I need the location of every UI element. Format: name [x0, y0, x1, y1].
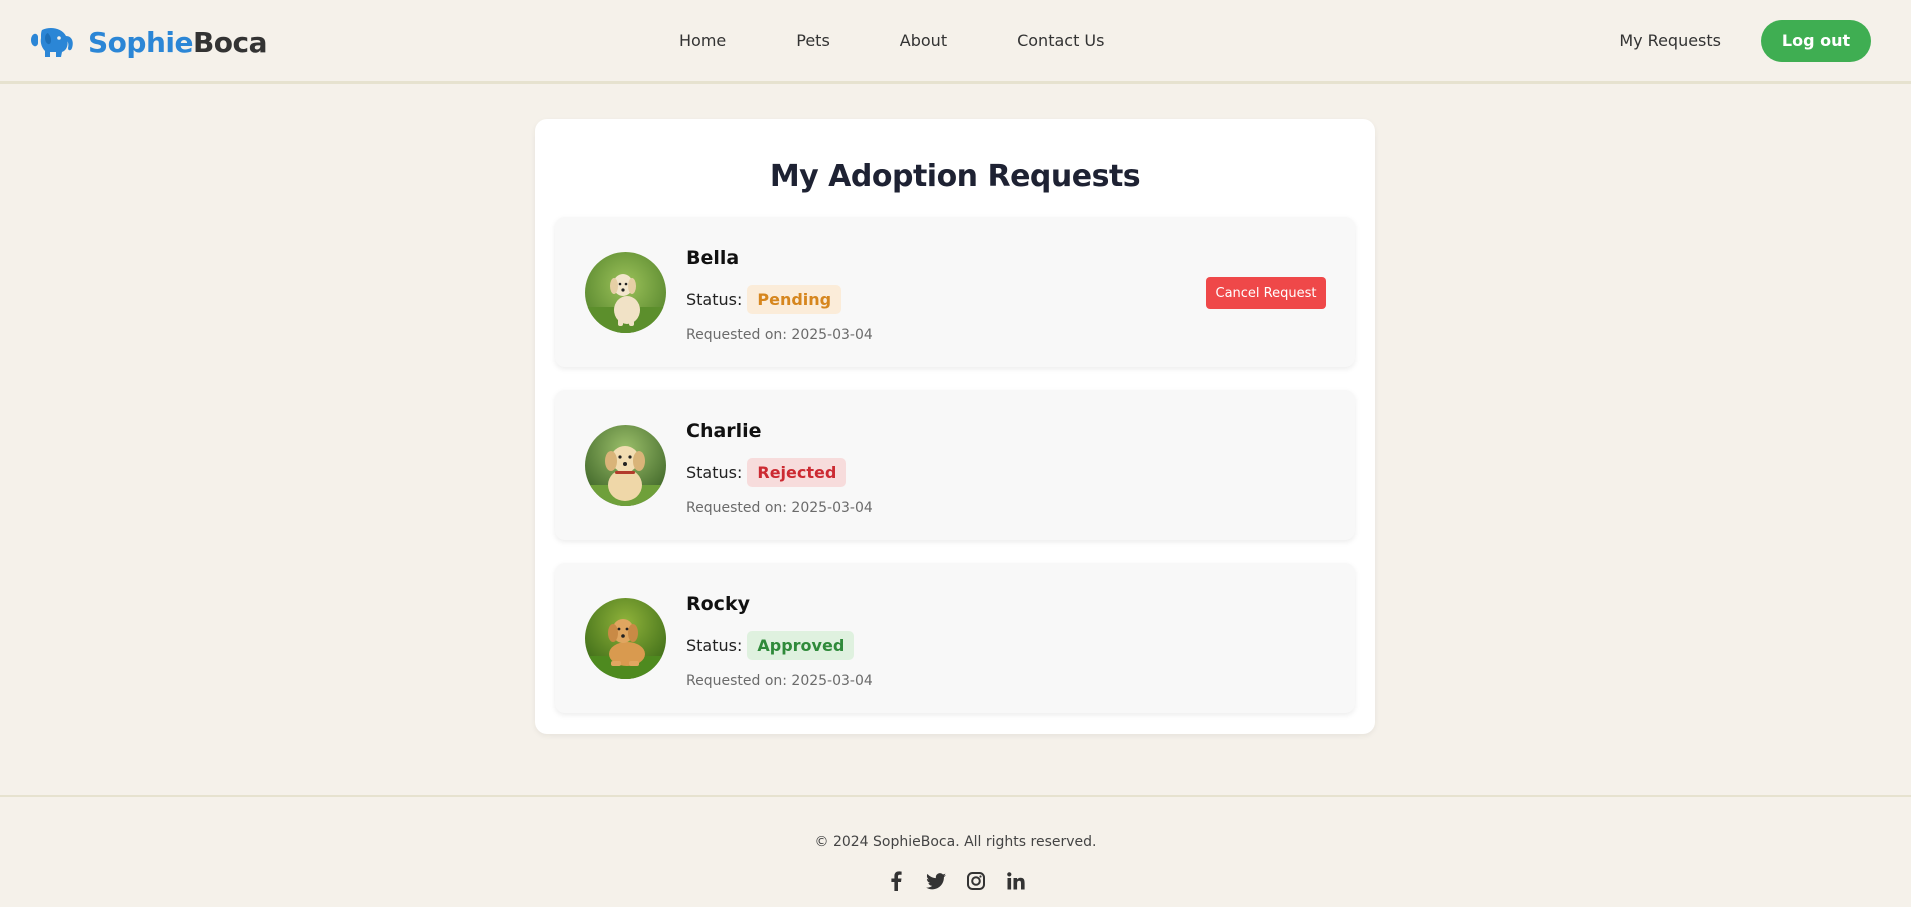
puppy-photo-charlie — [585, 425, 666, 506]
brand-name-part2: Boca — [192, 25, 268, 59]
request-card-bella: Bella Status: Pending Requested on: 2025… — [555, 217, 1355, 367]
my-requests-link[interactable]: My Requests — [1619, 31, 1721, 50]
site-header: SophieBoca Home Pets About Contact Us My… — [0, 0, 1911, 84]
requested-on-date: Requested on: 2025-03-04 — [686, 500, 873, 516]
social-links — [886, 869, 1026, 893]
elephant-logo-icon — [31, 28, 73, 57]
requested-on-date: Requested on: 2025-03-04 — [686, 327, 873, 343]
status-label: Status: — [686, 635, 743, 655]
puppy-photo-bella — [585, 252, 666, 333]
brand-name: SophieBoca — [88, 25, 268, 59]
pet-name: Rocky — [686, 593, 750, 615]
status-badge-pending: Pending — [747, 284, 842, 314]
brand-name-part1: Sophie — [88, 25, 193, 59]
cancel-request-button[interactable]: Cancel Request — [1206, 277, 1326, 309]
twitter-icon[interactable] — [926, 871, 946, 891]
status-badge-approved: Approved — [747, 630, 855, 660]
nav-pets-link[interactable]: Pets — [796, 31, 830, 50]
linkedin-icon[interactable] — [1006, 871, 1026, 891]
nav-about-link[interactable]: About — [900, 31, 947, 50]
status-label: Status: — [686, 289, 743, 309]
status-row: Status: Pending — [686, 283, 842, 315]
nav-home-link[interactable]: Home — [679, 31, 726, 50]
adoption-requests-panel: My Adoption Requests Bella Status: Pendi… — [535, 119, 1375, 734]
pet-avatar-bella — [585, 252, 666, 333]
page-title: My Adoption Requests — [769, 159, 1141, 194]
dog-photo-rocky — [585, 598, 666, 679]
pet-avatar-rocky — [585, 598, 666, 679]
user-nav: My Requests Log out — [1619, 0, 1871, 81]
logout-button[interactable]: Log out — [1761, 19, 1871, 62]
request-card-charlie: Charlie Status: Rejected Requested on: 2… — [555, 390, 1355, 540]
main-nav: Home Pets About Contact Us — [679, 0, 1104, 81]
site-footer: © 2024 SophieBoca. All rights reserved. — [0, 795, 1911, 907]
pet-name: Charlie — [686, 420, 762, 442]
copyright-text: © 2024 SophieBoca. All rights reserved. — [814, 834, 1097, 850]
pet-name: Bella — [686, 247, 740, 269]
requested-on-date: Requested on: 2025-03-04 — [686, 673, 873, 689]
status-label: Status: — [686, 462, 743, 482]
request-card-rocky: Rocky Status: Approved Requested on: 202… — [555, 563, 1355, 713]
pet-avatar-charlie — [585, 425, 666, 506]
status-row: Status: Rejected — [686, 456, 847, 488]
instagram-icon[interactable] — [966, 871, 986, 891]
status-row: Status: Approved — [686, 629, 855, 661]
brand-logo[interactable]: SophieBoca — [28, 22, 268, 62]
nav-contact-link[interactable]: Contact Us — [1017, 31, 1104, 50]
status-badge-rejected: Rejected — [747, 457, 847, 487]
facebook-icon[interactable] — [886, 871, 906, 891]
